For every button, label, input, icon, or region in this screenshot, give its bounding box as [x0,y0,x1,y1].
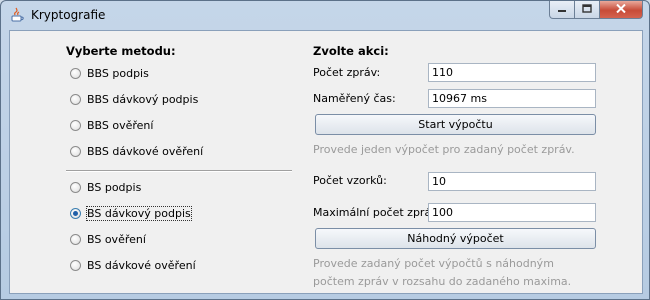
app-window: Kryptografie Vyberte metodu: BBS podpis … [0,0,650,300]
measured-time-label: Naměřený čas: [313,92,396,105]
message-count-input[interactable] [428,63,596,82]
radio-bs-davkovy-podpis[interactable]: BS dávkový podpis [70,204,192,222]
close-icon [616,3,626,16]
radio-label: BS podpis [87,180,142,194]
random-hint-line2: počtem zpráv v rozsahu do zadaného maxim… [313,275,572,288]
sample-count-input[interactable] [428,172,596,191]
random-computation-button[interactable]: Náhodný výpočet [315,228,596,249]
start-hint-text: Provede jeden výpočet pro zadaný počet z… [313,143,575,156]
radio-label: BS ověření [87,232,146,246]
radio-label: BBS dávkové ověření [87,144,204,158]
radio-button-icon [70,181,81,193]
java-app-icon [9,7,25,23]
random-hint-line1: Provede zadaný počet výpočtů s náhodným [313,257,554,270]
radio-button-icon [70,145,81,157]
radio-bbs-davkove-overeni[interactable]: BBS dávkové ověření [70,142,203,160]
radio-button-icon [70,259,81,271]
max-messages-input[interactable] [428,203,596,222]
radio-label: BBS podpis [87,66,149,80]
radio-button-icon [70,93,81,105]
radio-button-icon [70,207,81,219]
radio-label: BS dávkové ověření [87,258,196,272]
radio-label: BBS dávkový podpis [87,92,199,106]
radio-bs-podpis[interactable]: BS podpis [70,178,141,196]
radio-label: BS dávkový podpis [86,205,192,221]
radio-label: BBS ověření [87,118,154,132]
action-heading: Zvolte akci: [313,44,389,58]
minimize-button[interactable] [549,1,575,19]
minimize-icon [557,3,567,16]
radio-bbs-overeni[interactable]: BBS ověření [70,116,153,134]
message-count-label: Počet zpráv: [313,66,381,79]
measured-time-field[interactable] [428,89,596,108]
window-controls [549,1,643,19]
close-button[interactable] [600,1,643,19]
window-title: Kryptografie [31,8,106,22]
method-heading: Vyberte metodu: [66,44,176,58]
title-bar[interactable]: Kryptografie [1,1,649,29]
maximize-button[interactable] [575,1,600,19]
radio-bbs-davkovy-podpis[interactable]: BBS dávkový podpis [70,90,198,108]
radio-bs-overeni[interactable]: BS ověření [70,230,146,248]
maximize-icon [582,3,592,16]
radio-bbs-podpis[interactable]: BBS podpis [70,64,149,82]
start-computation-button[interactable]: Start výpočtu [315,114,596,135]
radio-button-icon [70,67,81,79]
radio-button-icon [70,233,81,245]
max-messages-label: Maximální počet zpráv: [313,206,441,219]
radio-button-icon [70,119,81,131]
radio-bs-davkove-overeni[interactable]: BS dávkové ověření [70,256,196,274]
method-divider [66,170,292,172]
main-content: Vyberte metodu: BBS podpis BBS dávkový p… [9,30,643,294]
sample-count-label: Počet vzorků: [313,174,387,187]
